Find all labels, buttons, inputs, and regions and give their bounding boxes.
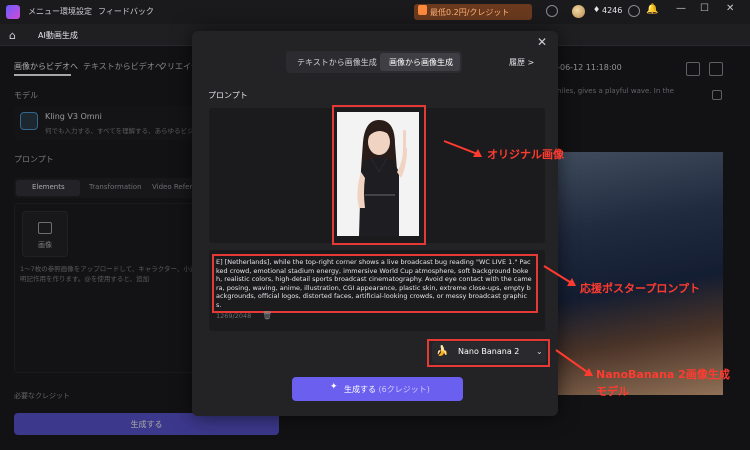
note-original-image: オリジナル画像 bbox=[487, 148, 564, 161]
model-highlight bbox=[427, 339, 550, 367]
home-icon[interactable]: ⌂ bbox=[9, 29, 16, 42]
credits-count: 4246 bbox=[602, 6, 623, 15]
note-model-2: モデル bbox=[596, 385, 629, 398]
bell-icon[interactable]: 🔔 bbox=[646, 4, 658, 15]
char-counter: 1269/2048 bbox=[216, 312, 252, 320]
tab-image-to-image[interactable]: 画像から画像生成 bbox=[389, 57, 453, 68]
menu-item-menu[interactable]: メニュー bbox=[28, 6, 60, 17]
avatar[interactable] bbox=[572, 5, 585, 18]
add-credits-icon[interactable] bbox=[628, 5, 640, 17]
minimize-icon[interactable]: — bbox=[676, 3, 686, 14]
close-icon[interactable]: ✕ bbox=[537, 35, 547, 49]
arrow-original bbox=[443, 140, 482, 157]
app-logo-icon bbox=[6, 5, 20, 19]
clear-prompt-trash-icon[interactable]: 🗑 bbox=[262, 311, 272, 320]
original-image-highlight bbox=[332, 105, 426, 245]
menu-item-settings[interactable]: 環境設定 bbox=[60, 6, 92, 17]
history-link[interactable]: 履歴 > bbox=[509, 57, 534, 68]
diamond-icon: ♦ bbox=[593, 5, 601, 14]
arrow-model bbox=[555, 349, 593, 376]
note-poster-prompt: 応援ポスタープロンプト bbox=[580, 282, 701, 295]
promo-banner[interactable]: 最低0.2円/クレジット bbox=[414, 4, 532, 20]
note-model-1: NanoBanana 2画像生成 bbox=[596, 368, 730, 381]
help-icon[interactable] bbox=[546, 5, 558, 17]
prompt-label: プロンプト bbox=[208, 91, 248, 100]
prompt-highlight bbox=[212, 254, 538, 313]
maximize-icon[interactable]: ☐ bbox=[700, 3, 709, 14]
arrow-prompt bbox=[543, 265, 576, 286]
sparkle-icon: ✦ bbox=[330, 382, 338, 392]
window-close-icon[interactable]: ✕ bbox=[726, 3, 734, 14]
page-title: AI動画生成 bbox=[38, 31, 78, 40]
gift-icon bbox=[418, 5, 427, 15]
tab-text-to-image[interactable]: テキストから画像生成 bbox=[297, 57, 377, 68]
generate-label: 生成する (6クレジット) bbox=[344, 385, 430, 394]
menu-item-feedback[interactable]: フィードバック bbox=[98, 6, 154, 17]
